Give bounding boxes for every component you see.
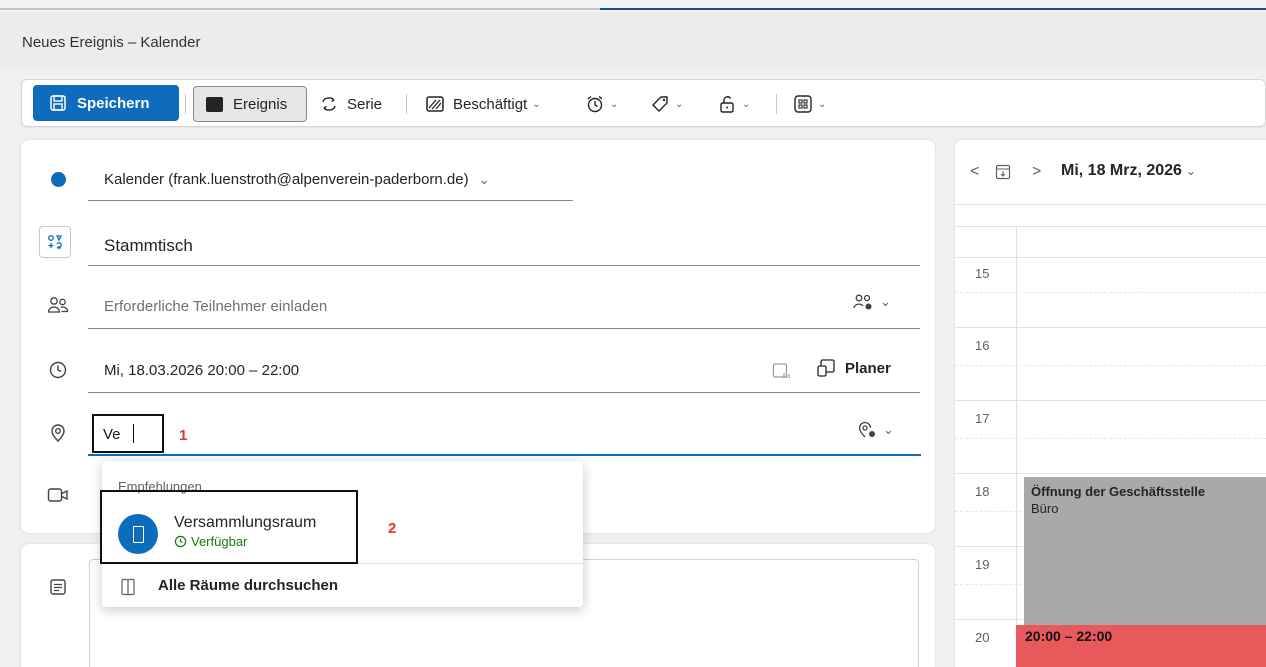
tag-icon [652,96,668,112]
current-date: Mi, 18 Mrz, 2026 [1061,162,1182,179]
calendar-label: Kalender (frank.luenstroth@alpenverein-p… [104,171,469,188]
calendar-select[interactable]: Kalender (frank.luenstroth@alpenverein-p… [104,171,490,188]
attendees-input[interactable]: Erforderliche Teilnehmer einladen [104,298,327,315]
busy-status-icon [426,96,444,112]
scheduler-icon [817,359,835,377]
hour-label: 17 [975,411,990,426]
calendar-color-dot [51,172,66,187]
busy-label: Beschäftigt [453,95,528,113]
next-day-button[interactable]: > [1032,163,1041,181]
apps-grid-icon [794,95,812,113]
window-title: Neues Ereignis – Kalender [22,34,201,51]
toolbar: Speichern Ereignis Serie Beschäftigt ⌄ ⌄… [21,79,1266,127]
date-picker[interactable]: Mi, 18 Mrz, 2026 ⌄ [1061,162,1196,180]
chevron-down-icon: ⌄ [478,172,490,187]
alarm-clock-icon [587,95,603,113]
repeat-icon [322,97,336,111]
attendees-underline [88,328,920,329]
series-button[interactable]: Serie [319,80,382,128]
chevron-down-icon: ⌄ [532,98,541,110]
hour-label: 18 [975,484,990,499]
title-bar: Neues Ereignis – Kalender [0,12,1266,70]
unlock-icon [720,96,734,113]
annotation-marker-1: 1 [179,427,188,444]
location-input[interactable]: Ve [92,414,164,453]
datetime-underline [88,392,920,393]
privacy-dropdown[interactable]: ⌄ [717,80,750,128]
previous-day-button[interactable]: < [970,163,979,181]
calendar-availability-icon[interactable] [772,362,790,385]
save-button[interactable]: Speichern [33,85,179,121]
video-call-icon [47,484,69,506]
event-title: Öffnung der Geschäftsstelle [1031,484,1206,499]
chevron-down-icon: ⌄ [1185,164,1197,178]
notes-icon [47,576,69,598]
clock-icon [47,359,69,381]
event-title-input[interactable]: Stammtisch [104,236,193,256]
search-all-rooms[interactable]: Alle Räume durchsuchen [158,577,338,594]
location-icon [47,422,69,444]
calendar-underline [88,200,573,201]
category-dropdown[interactable]: ⌄ [650,80,683,128]
scheduler-button[interactable]: Planer [816,358,891,378]
chevron-down-icon: ⌄ [742,98,751,110]
divider [406,94,407,114]
room-search-icon [120,578,136,601]
top-strip [0,0,1266,12]
location-options-button[interactable]: ⌄ [856,420,894,440]
chevron-down-icon: ⌄ [883,422,894,437]
location-settings-icon [858,421,875,438]
datetime-field[interactable]: Mi, 18.03.2026 20:00 – 22:00 [104,362,299,379]
series-label: Serie [347,95,383,113]
title-underline [88,265,920,266]
location-underline [88,454,921,456]
hour-label: 19 [975,557,990,572]
apps-dropdown[interactable]: ⌄ [793,80,826,128]
scheduler-label: Planer [845,359,891,377]
today-button[interactable] [995,164,1011,185]
annotation-marker-2: 2 [388,520,397,537]
calendar-event-office-hours[interactable]: Öffnung der Geschäftsstelle Büro [1024,477,1266,625]
all-day-row [955,204,1266,227]
save-label: Speichern [77,94,150,112]
event-button[interactable]: Ereignis [193,86,307,122]
category-picker-icon[interactable] [39,226,71,258]
calendar-event-new[interactable]: 20:00 – 22:00 [1016,625,1266,667]
hour-label: 16 [975,338,990,353]
reminder-dropdown[interactable]: ⌄ [585,80,618,128]
event-icon [206,96,223,112]
chevron-down-icon: ⌄ [675,98,684,110]
day-calendar: < > Mi, 18 Mrz, 2026 ⌄ 15 16 17 18 19 20 … [955,140,1266,667]
hour-label: 15 [975,266,990,281]
calendar-header: < > Mi, 18 Mrz, 2026 ⌄ [955,140,1266,204]
people-settings-icon [853,294,872,310]
event-location: Büro [1031,501,1059,516]
divider [185,94,186,114]
divider [776,94,777,114]
time-gutter-line [1016,227,1017,667]
busy-dropdown[interactable]: Beschäftigt ⌄ [426,80,541,128]
attendee-options-button[interactable]: ⌄ [853,292,891,312]
save-icon [50,95,66,111]
people-icon [47,294,69,316]
chevron-down-icon: ⌄ [610,98,619,110]
event-label: Ereignis [233,95,288,113]
chevron-down-icon: ⌄ [880,294,891,309]
event-time: 20:00 – 22:00 [1025,628,1113,644]
hour-label: 20 [975,630,990,645]
calendar-today-icon [995,164,1011,180]
chevron-down-icon: ⌄ [818,98,827,110]
location-value: Ve [103,426,121,443]
text-cursor [133,424,134,443]
annotation-box-2 [100,490,358,564]
